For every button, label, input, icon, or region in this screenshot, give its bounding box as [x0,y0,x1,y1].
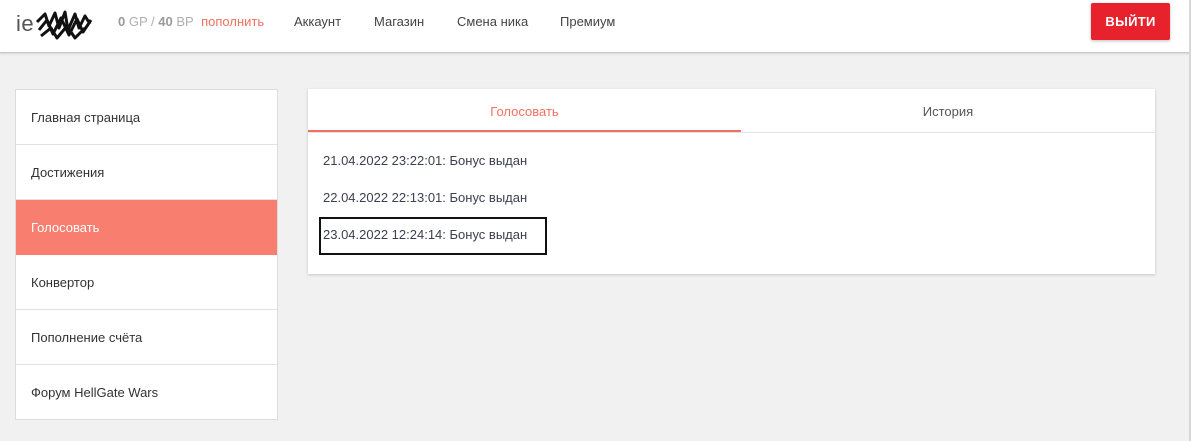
sidebar-item-achievements[interactable]: Достижения [16,145,277,200]
balance-display: 0 GP / 40 BP пополнить [118,14,264,29]
tab-vote[interactable]: Голосовать [308,89,741,133]
sidebar-item-home[interactable]: Главная страница [16,90,277,145]
top-bar: ie 0 GP / 40 BP пополнить Аккаунт Магази… [0,0,1191,53]
vote-card: Голосовать История 21.04.2022 23:22:01: … [308,89,1155,274]
bp-unit: BP [176,14,194,29]
nav-account[interactable]: Аккаунт [294,14,341,29]
nav-shop[interactable]: Магазин [374,14,424,29]
sidebar: Главная страница Достижения Голосовать К… [15,89,278,420]
logout-button[interactable]: ВЫЙТИ [1091,3,1170,40]
redaction-scribble [36,10,93,40]
highlight-box [319,217,547,255]
gp-value: 0 [118,14,126,29]
active-tab-indicator [308,130,741,132]
username[interactable]: ie [16,8,93,40]
vote-entry: 22.04.2022 22:13:01: Бонус выдан [323,190,528,205]
nav-premium[interactable]: Премиум [560,14,615,29]
tab-history[interactable]: История [741,89,1155,133]
balance-separator: / [151,14,155,29]
vote-entry: 21.04.2022 23:22:01: Бонус выдан [323,153,528,168]
sidebar-item-topup[interactable]: Пополнение счёта [16,310,277,365]
tab-bar: Голосовать История [308,89,1155,133]
nav-change-nick[interactable]: Смена ника [457,14,528,29]
topup-link[interactable]: пополнить [201,14,264,29]
sidebar-item-vote[interactable]: Голосовать [16,200,277,255]
username-text: ie [16,11,35,36]
bp-value: 40 [158,14,173,29]
gp-unit: GP [128,14,148,29]
sidebar-item-forum[interactable]: Форум HellGate Wars [16,365,277,420]
sidebar-item-converter[interactable]: Конвертор [16,255,277,310]
